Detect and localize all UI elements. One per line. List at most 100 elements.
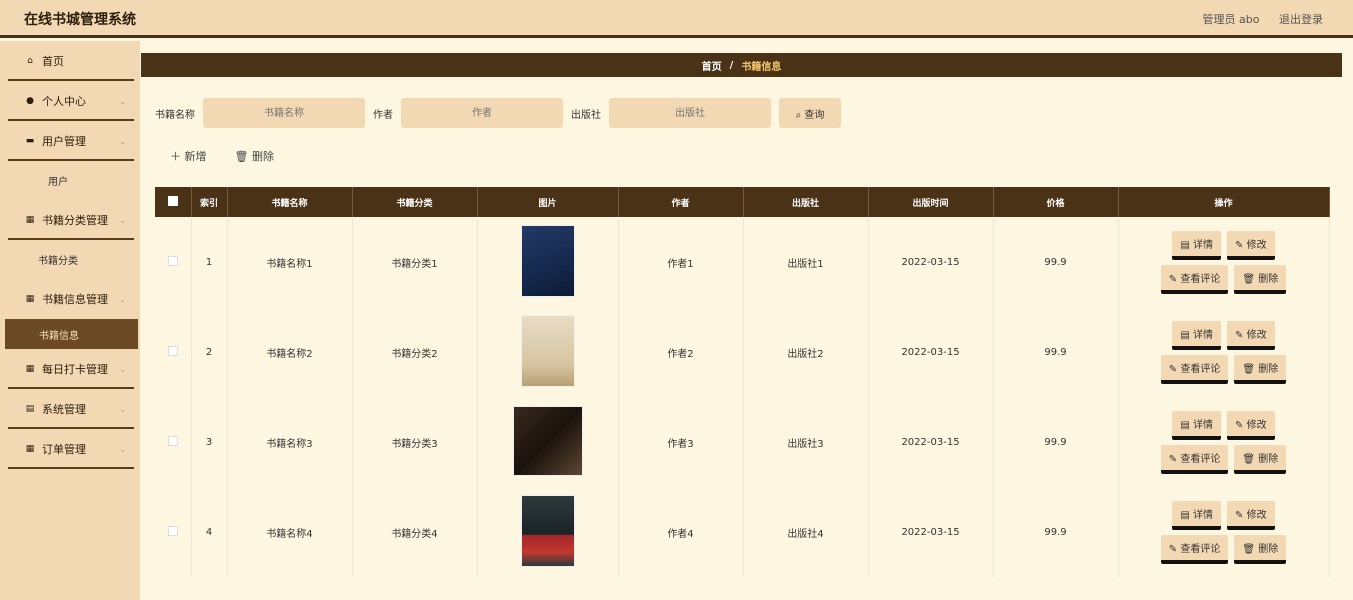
sidebar-subitem-user[interactable]: 用户 xyxy=(0,161,140,200)
delete-button[interactable]: 🗑 删除 xyxy=(1234,354,1287,384)
row-checkbox[interactable] xyxy=(167,525,178,536)
cell-price: 99.9 xyxy=(993,397,1119,487)
cell-category: 书籍分类2 xyxy=(352,307,478,397)
book-cover-image[interactable] xyxy=(512,405,583,476)
cell-date: 2022-03-15 xyxy=(868,487,994,577)
edit-button[interactable]: ✎ 修改 xyxy=(1227,230,1275,260)
cell-category: 书籍分类3 xyxy=(352,397,478,487)
delete-button[interactable]: 🗑 删除 xyxy=(1234,444,1287,474)
detail-label: 详情 xyxy=(1193,419,1214,431)
edit-button[interactable]: ✎ 修改 xyxy=(1227,320,1275,350)
delete-button[interactable]: 🗑 删除 xyxy=(1234,264,1287,294)
query-button-label: 查询 xyxy=(804,109,825,121)
sidebar-item-home[interactable]: ⌂ 首页 xyxy=(0,41,140,81)
view-comments-label: 查看评论 xyxy=(1180,543,1221,555)
header-publisher: 出版社 xyxy=(743,187,869,217)
chevron-down-icon: ⌄ xyxy=(119,444,126,454)
sidebar-item-label: 书籍信息管理 xyxy=(42,293,108,306)
detail-button[interactable]: ▤ 详情 xyxy=(1172,320,1222,350)
view-comments-button[interactable]: ✎ 查看评论 xyxy=(1160,354,1229,384)
action-row: ＋ 新增 🗑 删除 xyxy=(170,148,274,164)
trash-icon: 🗑 xyxy=(1242,543,1259,555)
delete-button[interactable]: 🗑 删除 xyxy=(1234,534,1287,564)
cell-date: 2022-03-15 xyxy=(868,307,994,397)
breadcrumb-home[interactable]: 首页 xyxy=(702,58,722,73)
publisher-label: 出版社 xyxy=(571,109,601,121)
sidebar-item-label: 书籍分类管理 xyxy=(42,214,108,227)
row-checkbox[interactable] xyxy=(167,345,178,356)
breadcrumb-current: 书籍信息 xyxy=(741,61,782,73)
book-name-label: 书籍名称 xyxy=(155,109,195,121)
publisher-input[interactable] xyxy=(609,98,771,128)
view-comments-button[interactable]: ✎ 查看评论 xyxy=(1160,534,1229,564)
query-button[interactable]: ⌕ 查询 xyxy=(779,98,841,128)
detail-button[interactable]: ▤ 详情 xyxy=(1172,230,1222,260)
cell-image xyxy=(477,307,619,397)
detail-button[interactable]: ▤ 详情 xyxy=(1172,500,1222,530)
sidebar-subitem-category[interactable]: 书籍分类 xyxy=(0,240,140,279)
grid-icon: ▦ xyxy=(25,215,35,225)
bulk-delete-button[interactable]: 🗑 删除 xyxy=(235,148,274,164)
search-icon: ⌕ xyxy=(795,109,802,121)
author-input[interactable] xyxy=(401,98,563,128)
view-comments-button[interactable]: ✎ 查看评论 xyxy=(1160,444,1229,474)
sidebar-item-checkin-mgmt[interactable]: ▦ 每日打卡管理 ⌄ xyxy=(0,349,140,389)
sidebar-item-label: 首页 xyxy=(42,55,64,68)
book-cover-image[interactable] xyxy=(520,314,575,387)
delete-label: 删除 xyxy=(1258,543,1279,555)
view-comments-button[interactable]: ✎ 查看评论 xyxy=(1160,264,1229,294)
edit-button[interactable]: ✎ 修改 xyxy=(1227,500,1275,530)
book-name-input[interactable] xyxy=(203,98,365,128)
detail-icon: ▤ xyxy=(1180,419,1194,431)
breadcrumb-separator: / xyxy=(729,59,734,71)
sidebar-item-category-mgmt[interactable]: ▦ 书籍分类管理 ⌄ xyxy=(0,200,140,240)
sidebar-item-system-mgmt[interactable]: ▤ 系统管理 ⌄ xyxy=(0,389,140,429)
trash-icon: 🗑 xyxy=(234,150,252,163)
admin-label: 管理员 abo xyxy=(1202,13,1260,26)
cell-index: 3 xyxy=(191,397,228,487)
detail-label: 详情 xyxy=(1193,509,1214,521)
header-name: 书籍名称 xyxy=(227,187,353,217)
edit-icon: ✎ xyxy=(1235,329,1247,341)
edit-label: 修改 xyxy=(1246,329,1267,341)
row-checkbox[interactable] xyxy=(167,435,178,446)
delete-label: 删除 xyxy=(1258,273,1279,285)
trash-icon: 🗑 xyxy=(1242,273,1259,285)
header-date: 出版时间 xyxy=(868,187,994,217)
add-button[interactable]: ＋ 新增 xyxy=(170,148,207,164)
sidebar-item-label: 订单管理 xyxy=(42,443,86,456)
book-cover-image[interactable] xyxy=(520,224,575,297)
sidebar-item-order-mgmt[interactable]: ▦ 订单管理 ⌄ xyxy=(0,429,140,469)
header-author: 作者 xyxy=(618,187,744,217)
cell-name: 书籍名称1 xyxy=(227,217,353,307)
cell-price: 99.9 xyxy=(993,487,1119,577)
detail-button[interactable]: ▤ 详情 xyxy=(1172,410,1222,440)
home-icon: ⌂ xyxy=(27,56,33,66)
delete-label: 删除 xyxy=(1258,363,1279,375)
row-checkbox[interactable] xyxy=(167,255,178,266)
edit-icon: ✎ xyxy=(1235,509,1247,521)
app-title: 在线书城管理系统 xyxy=(24,12,136,28)
sidebar-item-user-mgmt[interactable]: ▬ 用户管理 ⌄ xyxy=(0,121,140,161)
table-row: 1 书籍名称1 书籍分类1 作者1 出版社1 2022-03-15 99.9 ▤… xyxy=(155,217,1330,307)
logout-link[interactable]: 退出登录 xyxy=(1279,13,1323,26)
cell-author: 作者4 xyxy=(618,487,744,577)
cell-index: 1 xyxy=(191,217,228,307)
trash-icon: 🗑 xyxy=(1242,363,1259,375)
book-icon: ▤ xyxy=(25,404,35,414)
cell-date: 2022-03-15 xyxy=(868,397,994,487)
sidebar-item-book-mgmt[interactable]: ▦ 书籍信息管理 ⌄ xyxy=(0,279,140,319)
row-select-cell xyxy=(155,487,192,577)
select-all-checkbox[interactable] xyxy=(167,195,178,206)
edit-label: 修改 xyxy=(1246,239,1267,251)
sidebar-item-personal[interactable]: ● 个人中心 ⌄ xyxy=(0,81,140,121)
cell-index: 4 xyxy=(191,487,228,577)
sidebar-subitem-book-info[interactable]: 书籍信息 xyxy=(5,319,138,349)
sidebar-item-label: 每日打卡管理 xyxy=(42,363,108,376)
select-all-cell xyxy=(155,187,192,217)
cell-category: 书籍分类4 xyxy=(352,487,478,577)
edit-button[interactable]: ✎ 修改 xyxy=(1227,410,1275,440)
header-image: 图片 xyxy=(477,187,619,217)
cell-ops: ▤ 详情 ✎ 修改 ✎ 查看评论 🗑 删除 xyxy=(1118,307,1330,397)
book-cover-image[interactable] xyxy=(520,494,575,567)
